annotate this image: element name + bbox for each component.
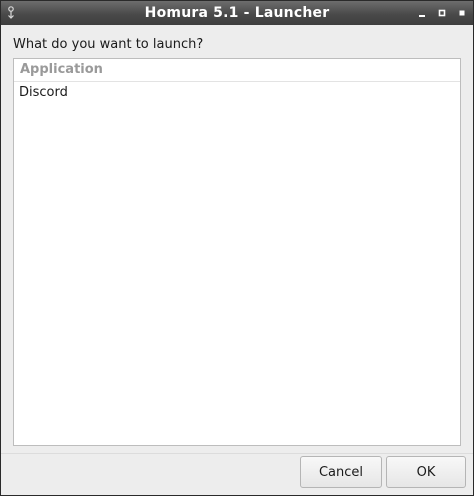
application-list[interactable]: Application Discord <box>13 58 461 446</box>
maximize-icon[interactable] <box>435 6 449 20</box>
window-controls <box>415 5 469 21</box>
launcher-window: Homura 5.1 - Launcher What do you want t… <box>0 0 474 496</box>
list-item[interactable]: Discord <box>14 82 460 104</box>
button-area-divider <box>1 453 473 454</box>
cancel-button[interactable]: Cancel <box>300 456 382 488</box>
ok-button[interactable]: OK <box>386 456 466 488</box>
launch-prompt: What do you want to launch? <box>13 37 204 52</box>
close-icon[interactable] <box>455 6 469 20</box>
window-title: Homura 5.1 - Launcher <box>144 5 330 21</box>
column-header-application[interactable]: Application <box>14 59 460 82</box>
title-bar[interactable]: Homura 5.1 - Launcher <box>1 1 473 25</box>
minimize-icon[interactable] <box>415 6 429 20</box>
